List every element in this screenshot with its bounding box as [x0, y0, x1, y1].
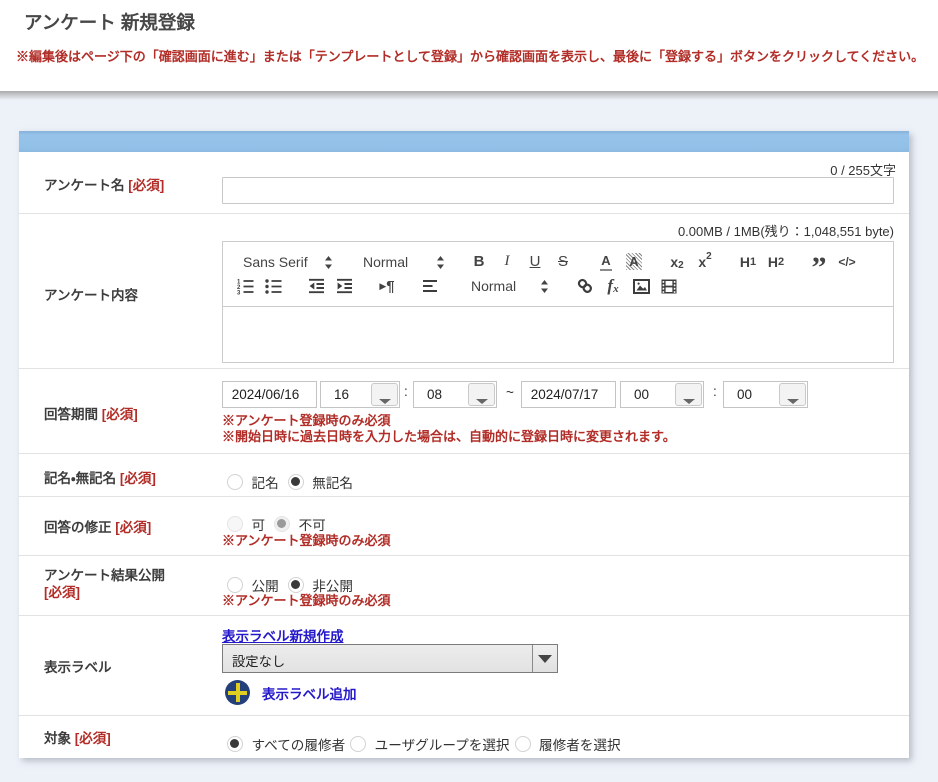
svg-text:3: 3	[237, 290, 241, 295]
